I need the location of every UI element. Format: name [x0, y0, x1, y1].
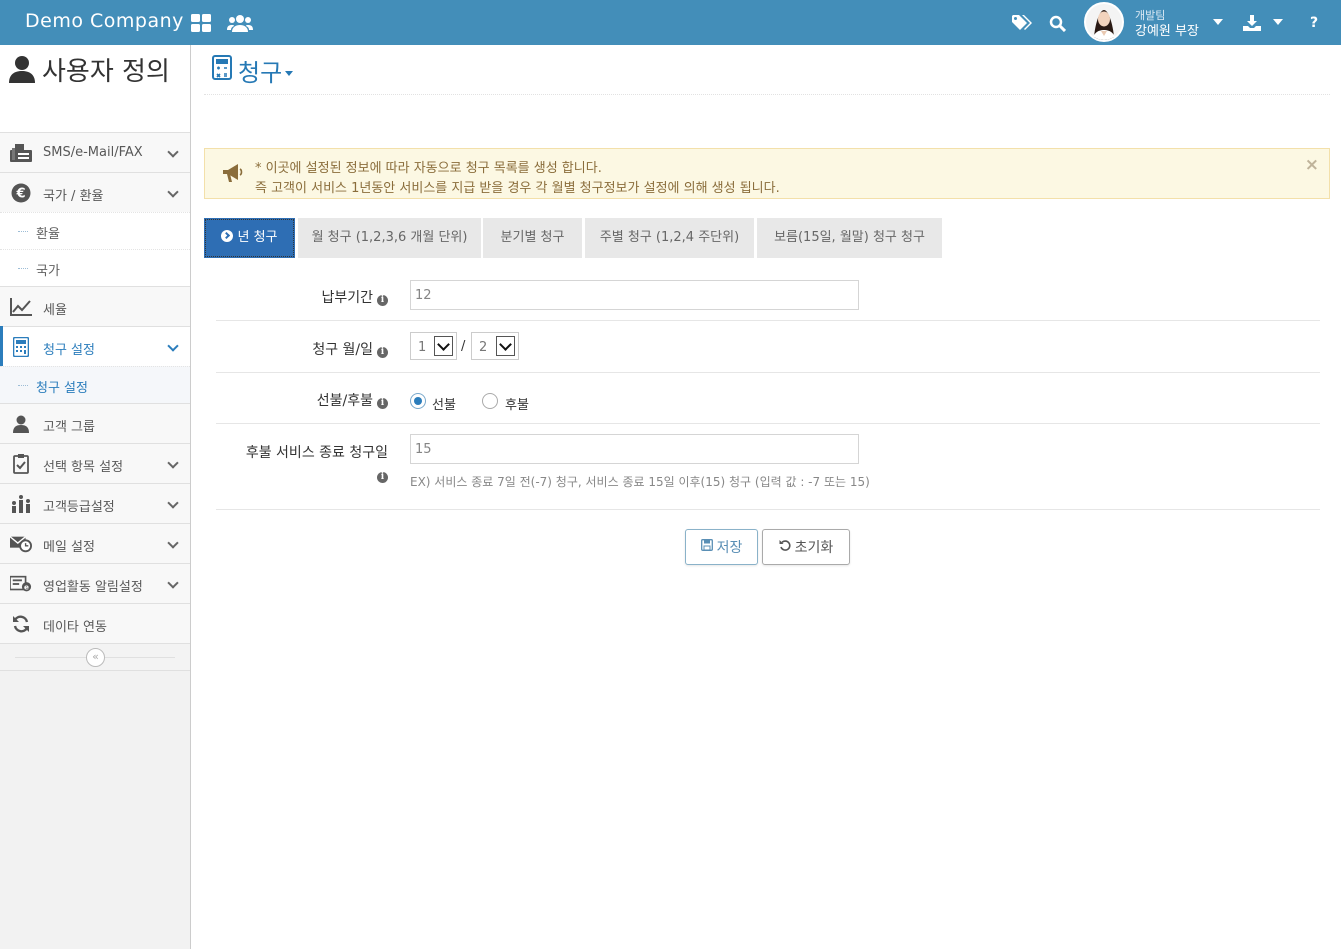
row-billing-date: 청구 월/일 i 1 / 2 [216, 321, 1320, 373]
billing-day-select[interactable]: 2 [471, 332, 519, 360]
grid-icon[interactable] [190, 12, 212, 34]
sidebar-collapse-bar: « [0, 643, 190, 671]
user-icon [8, 55, 36, 92]
page-header: 청구 [204, 45, 1330, 95]
bullhorn-icon [222, 163, 244, 187]
sidebar-menu: SMS/e-Mail/FAX € 국가 / 환율 환율 국가 세율 청구 설정 … [0, 132, 190, 671]
double-chevron-left-icon[interactable]: « [86, 648, 105, 667]
info-icon[interactable]: i [377, 295, 388, 306]
postpay-radio[interactable] [482, 393, 498, 409]
postpay-end-help: EX) 서비스 종료 7일 전(-7) 청구, 서비스 종료 15일 이후(15… [410, 475, 870, 489]
prepay-label: 선불/후불 i [317, 390, 388, 410]
info-alert: * 이곳에 설정된 정보에 따라 자동으로 청구 목록를 생성 합니다. 즉 고… [204, 148, 1330, 199]
sidebar-title: 사용자 정의 [0, 45, 190, 132]
billing-date-label: 청구 월/일 i [312, 339, 388, 359]
checklist-icon [10, 454, 32, 474]
sidebar-subitem-billing-settings[interactable]: 청구 설정 [0, 366, 190, 403]
billing-month-select[interactable]: 1 [410, 332, 457, 360]
info-icon[interactable]: i [377, 347, 388, 358]
ranking-icon [10, 494, 32, 514]
user-name: 강예원 부장 [1135, 24, 1199, 39]
chevron-circle-right-icon [221, 230, 234, 242]
chevron-down-icon [167, 537, 179, 549]
svg-text:€: € [15, 187, 25, 202]
chevron-down-icon [167, 457, 179, 469]
calculator-icon [212, 55, 232, 86]
sidebar: 사용자 정의 SMS/e-Mail/FAX € 국가 / 환율 환율 국가 세율… [0, 45, 191, 949]
chevron-down-icon [167, 146, 179, 158]
floppy-icon [700, 539, 713, 555]
info-icon[interactable]: i [377, 398, 388, 409]
undo-icon [779, 539, 791, 555]
sidebar-item-tax-rate[interactable]: 세율 [0, 286, 190, 326]
line-chart-icon [10, 297, 32, 317]
sidebar-subitem-exchange-rate[interactable]: 환율 [0, 212, 190, 249]
fax-icon [10, 143, 32, 163]
chevron-down-icon [167, 340, 179, 352]
search-icon[interactable] [1046, 12, 1068, 34]
tab-semi-monthly[interactable]: 보름(15일, 월말) 청구 청구 [757, 218, 942, 258]
payment-period-label: 납부기간 i [321, 287, 388, 307]
refresh-icon [10, 614, 32, 634]
row-prepay: 선불/후불 i 선불 후불 [216, 373, 1320, 424]
close-icon[interactable]: × [1305, 155, 1319, 175]
postpay-end-input[interactable]: 15 [410, 434, 859, 464]
chevron-down-icon [496, 336, 515, 356]
chevron-down-icon [285, 71, 294, 76]
user-menu[interactable]: 개발팀 강예원 부장 [1082, 0, 1227, 45]
list-alert-icon: e [10, 574, 32, 594]
download-icon[interactable] [1241, 12, 1263, 34]
sidebar-item-sms[interactable]: SMS/e-Mail/FAX [0, 132, 190, 172]
tags-icon[interactable] [1011, 12, 1033, 34]
tab-weekly[interactable]: 주별 청구 (1,2,4 주단위) [585, 218, 754, 258]
brand-logo[interactable]: Demo Company [25, 10, 184, 32]
help-icon[interactable]: ? [1303, 12, 1325, 34]
avatar [1084, 2, 1124, 42]
users-icon[interactable] [227, 12, 253, 34]
prepay-radio-label: 선불 [432, 398, 456, 413]
user-icon [10, 414, 32, 434]
euro-icon: € [10, 183, 32, 203]
tab-monthly[interactable]: 월 청구 (1,2,3,6 개월 단위) [298, 218, 481, 258]
sidebar-item-country-rate[interactable]: € 국가 / 환율 [0, 172, 190, 212]
payment-period-input[interactable]: 12 [410, 280, 859, 310]
calculator-icon [10, 337, 32, 357]
save-button[interactable]: 저장 [685, 529, 758, 565]
chevron-down-icon [167, 577, 179, 589]
info-icon[interactable]: i [377, 472, 388, 483]
tab-yearly[interactable]: 년 청구 [204, 218, 295, 258]
sidebar-item-billing-settings[interactable]: 청구 설정 [0, 326, 190, 366]
prepay-radio[interactable] [410, 393, 426, 409]
chevron-down-icon [167, 497, 179, 509]
row-postpay-end: 후불 서비스 종료 청구일 i 15 EX) 서비스 종료 7일 전(-7) 청구… [216, 424, 1320, 510]
chevron-down-icon [167, 186, 179, 198]
date-separator: / [461, 339, 466, 354]
sidebar-item-mail-settings[interactable]: 메일 설정 [0, 523, 190, 563]
download-caret-icon[interactable] [1273, 19, 1283, 25]
sidebar-item-sales-alert[interactable]: e 영업활동 알림설정 [0, 563, 190, 603]
reset-button[interactable]: 초기화 [762, 529, 850, 565]
postpay-end-label: 후불 서비스 종료 청구일 i [245, 445, 388, 483]
sidebar-item-customer-grade[interactable]: 고객등급설정 [0, 483, 190, 523]
svg-text:e: e [24, 583, 29, 592]
chevron-down-icon [1213, 19, 1223, 25]
sidebar-item-data-sync[interactable]: 데이타 연동 [0, 603, 190, 643]
postpay-radio-label: 후불 [505, 398, 529, 413]
mail-clock-icon [10, 534, 32, 554]
row-payment-period: 납부기간 i 12 [216, 270, 1320, 321]
top-navbar: Demo Company 개발팀 강예원 부장 ? [0, 0, 1341, 45]
tab-quarterly[interactable]: 분기별 청구 [483, 218, 582, 258]
sidebar-subitem-country[interactable]: 국가 [0, 249, 190, 286]
sidebar-item-customer-group[interactable]: 고객 그룹 [0, 403, 190, 443]
page-title[interactable]: 청구 [212, 53, 294, 88]
chevron-down-icon [434, 336, 453, 356]
sidebar-item-select-options[interactable]: 선택 항목 설정 [0, 443, 190, 483]
